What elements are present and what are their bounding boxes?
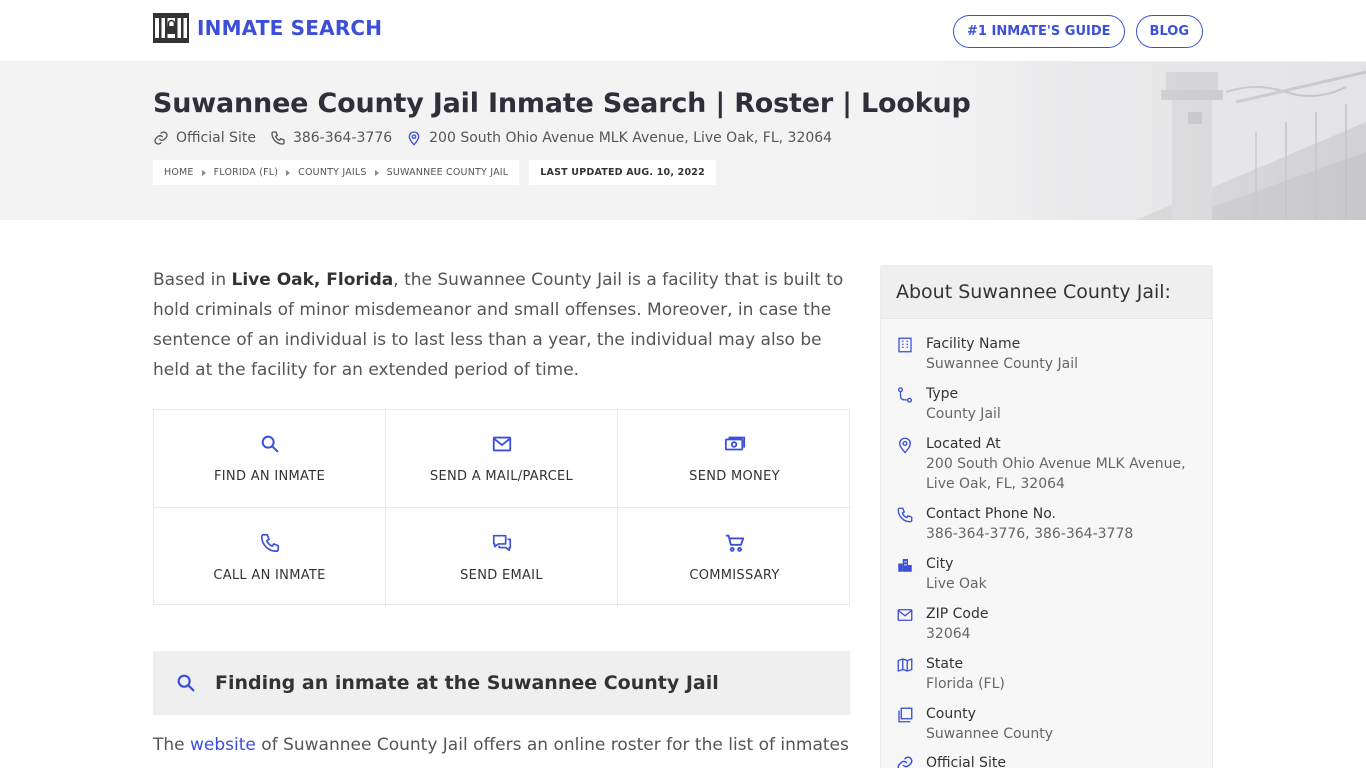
copy-icon — [898, 707, 913, 723]
send-email-button[interactable]: SEND EMAIL — [386, 508, 618, 606]
city-icon — [898, 559, 912, 572]
blog-button[interactable]: BLOG — [1135, 15, 1203, 48]
top-nav: #1 INMATE'S GUIDE BLOG — [953, 15, 1203, 48]
info-value: Suwannee County — [926, 726, 1054, 742]
link-icon — [897, 756, 913, 768]
info-value: County Jail — [926, 406, 1001, 422]
contact-phone-item: Contact Phone No. 386-364-3776, 386-364-3… — [896, 504, 1196, 544]
intro-paragraph: Based in Live Oak, Florida, the Suwannee… — [153, 265, 853, 385]
type-item: Type County Jail — [896, 384, 1196, 424]
page-title: Suwannee County Jail Inmate Search | Ros… — [153, 88, 971, 119]
info-key: City — [926, 556, 954, 572]
top-navbar: INMATE SEARCH #1 INMATE'S GUIDE BLOG — [0, 0, 1366, 62]
info-value: 200 South Ohio Avenue MLK Avenue, Live O… — [926, 456, 1186, 492]
address-item: 200 South Ohio Avenue MLK Avenue, Live O… — [406, 130, 832, 146]
route-icon — [897, 387, 913, 403]
send-money-label: SEND MONEY — [689, 469, 780, 484]
site-logo[interactable]: INMATE SEARCH — [153, 13, 382, 43]
logo-text: INMATE SEARCH — [197, 16, 383, 40]
phone-icon — [271, 131, 285, 145]
located-at-item: Located At 200 South Ohio Avenue MLK Aven… — [896, 434, 1196, 494]
official-site-item[interactable]: Official Site — [896, 753, 1006, 768]
section-title: Finding an inmate at the Suwannee County… — [215, 672, 719, 694]
info-value: Suwannee County Jail — [926, 356, 1079, 372]
location-pin-icon — [899, 437, 911, 454]
state-item: State Florida (FL) — [896, 654, 1196, 694]
mail-icon — [897, 609, 913, 621]
location-pin-icon — [408, 131, 420, 146]
send-money-button[interactable]: SEND MONEY — [618, 410, 851, 508]
phone-number: 386-364-3776 — [292, 130, 393, 146]
hero-banner: Suwannee County Jail Inmate Search | Ros… — [0, 62, 1366, 220]
info-key: Facility Name — [926, 336, 1021, 352]
info-key: County — [926, 706, 976, 722]
breadcrumb-current[interactable]: SUWANNEE COUNTY JAIL — [387, 167, 509, 178]
prison-tower-background-image — [936, 62, 1366, 220]
info-key: Official Site — [926, 755, 1006, 768]
inmates-guide-button[interactable]: #1 INMATE'S GUIDE — [953, 15, 1125, 48]
info-value: 386-364-3776, 386-364-3778 — [926, 526, 1134, 542]
breadcrumb-separator-icon — [286, 169, 291, 176]
info-key: Contact Phone No. — [926, 506, 1056, 522]
commissary-label: COMMISSARY — [689, 567, 780, 583]
info-key: Located At — [926, 436, 1001, 452]
cart-icon — [725, 534, 744, 552]
phone-link[interactable]: 386-364-3776 — [270, 130, 392, 146]
breadcrumb-separator-icon — [374, 169, 379, 176]
intro-text-start: Based in — [153, 270, 232, 290]
county-item: County Suwannee County — [896, 704, 1196, 744]
address-text: 200 South Ohio Avenue MLK Avenue, Live O… — [429, 130, 833, 146]
roster-text-rest: of Suwannee County Jail offers an online… — [255, 735, 849, 755]
last-updated-text: LAST UPDATED AUG. 10, 2022 — [540, 167, 705, 178]
send-mail-label: SEND A MAIL/PARCEL — [429, 469, 574, 484]
breadcrumb-home[interactable]: HOME — [164, 167, 194, 178]
breadcrumb-county-jails[interactable]: COUNTY JAILS — [298, 167, 366, 178]
action-grid: FIND AN INMATE SEND A MAIL/PARCEL SEND M… — [153, 409, 851, 606]
roster-paragraph: The website of Suwannee County Jail offe… — [153, 732, 849, 758]
breadcrumb-florida[interactable]: FLORIDA (FL) — [214, 167, 279, 178]
chat-icon — [492, 534, 511, 551]
send-email-label: SEND EMAIL — [460, 567, 543, 583]
find-inmate-button[interactable]: FIND AN INMATE — [154, 410, 386, 508]
facility-meta: Official Site 386-364-3776 200 South Ohi… — [153, 130, 832, 146]
website-link[interactable]: website — [190, 735, 256, 755]
search-icon — [177, 674, 195, 692]
zip-code-item: ZIP Code 32064 — [896, 604, 1196, 644]
info-value: Florida (FL) — [926, 676, 1005, 692]
city-item: City Live Oak — [896, 554, 1196, 594]
info-value: 32064 — [926, 626, 971, 642]
money-icon — [724, 436, 745, 451]
building-icon — [898, 337, 912, 353]
info-key: ZIP Code — [926, 606, 989, 622]
roster-text-start: The — [153, 735, 191, 755]
breadcrumb-trail: HOME FLORIDA (FL) COUNTY JAILS SUWANNEE … — [153, 160, 520, 185]
info-value: Live Oak — [926, 576, 987, 592]
commissary-button[interactable]: COMMISSARY — [618, 508, 851, 606]
link-icon — [154, 131, 168, 145]
call-inmate-label: CALL AN INMATE — [213, 567, 326, 583]
finding-inmate-section-header: Finding an inmate at the Suwannee County… — [153, 651, 850, 715]
intro-location: Live Oak, Florida — [231, 270, 394, 290]
map-icon — [897, 658, 913, 672]
info-key: State — [926, 656, 964, 672]
phone-icon — [260, 533, 279, 552]
official-site-link[interactable]: Official Site — [153, 130, 256, 146]
phone-icon — [897, 507, 913, 523]
find-inmate-label: FIND AN INMATE — [214, 469, 325, 484]
about-panel-title: About Suwannee County Jail: — [881, 266, 1212, 319]
about-facility-panel: About Suwannee County Jail: Facility Nam… — [880, 265, 1213, 768]
jail-logo-icon — [153, 13, 189, 43]
last-updated-badge: LAST UPDATED AUG. 10, 2022 — [529, 160, 716, 185]
official-site-label: Official Site — [176, 130, 256, 146]
facility-name-item: Facility Name Suwannee County Jail — [896, 334, 1196, 374]
breadcrumb-separator-icon — [201, 169, 206, 176]
send-mail-button[interactable]: SEND A MAIL/PARCEL — [386, 410, 618, 508]
call-inmate-button[interactable]: CALL AN INMATE — [154, 508, 386, 606]
breadcrumb: HOME FLORIDA (FL) COUNTY JAILS SUWANNEE … — [153, 160, 716, 185]
info-key: Type — [926, 386, 959, 402]
mail-icon — [492, 436, 511, 452]
search-icon — [261, 435, 278, 453]
